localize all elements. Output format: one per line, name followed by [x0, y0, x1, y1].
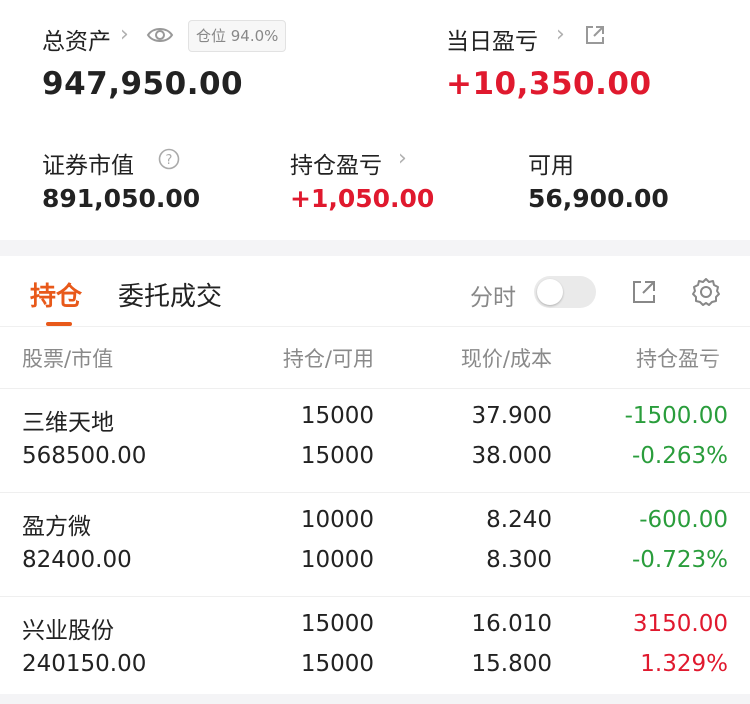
help-circle-icon[interactable]: ?: [158, 148, 180, 174]
stock-name: 三维天地: [22, 410, 114, 436]
col-header-pnl[interactable]: 持仓盈亏: [636, 343, 720, 373]
holding-qty: 10000: [300, 507, 374, 533]
available-qty: 15000: [300, 651, 374, 677]
position-pnl-pct: 1.329%: [640, 651, 728, 677]
total-assets-value: 947,950.00: [42, 66, 244, 102]
market-value-value: 891,050.00: [42, 184, 201, 213]
intraday-toggle[interactable]: [534, 276, 596, 308]
table-header: 股票/市值 持仓/可用 现价/成本 持仓盈亏: [0, 326, 750, 389]
tab-holdings[interactable]: 持仓: [30, 276, 82, 313]
table-row[interactable]: 兴业股份 240150.00 15000 15000 16.010 15.800…: [0, 596, 750, 701]
intraday-label: 分时: [470, 285, 516, 311]
daily-pnl-label[interactable]: 当日盈亏: [446, 22, 538, 56]
toggle-knob: [537, 279, 563, 305]
eye-icon[interactable]: [146, 24, 174, 50]
share-icon[interactable]: [630, 278, 658, 310]
col-header-price: 现价/成本: [460, 347, 552, 371]
table-row[interactable]: 盈方微 82400.00 10000 10000 8.240 8.300 -60…: [0, 492, 750, 597]
holding-qty: 15000: [300, 611, 374, 637]
available-label: 可用: [528, 153, 574, 179]
svg-text:?: ?: [166, 153, 173, 168]
position-pnl-value: +1,050.00: [290, 184, 435, 213]
position-ratio-badge: 仓位 94.0%: [188, 20, 287, 52]
position-pnl-label[interactable]: 持仓盈亏: [290, 146, 382, 180]
col-header-holding: 持仓/可用: [282, 347, 374, 371]
stock-name: 盈方微: [22, 514, 91, 540]
total-assets-label[interactable]: 总资产: [42, 22, 111, 56]
table-row[interactable]: 三维天地 568500.00 15000 15000 37.900 38.000…: [0, 388, 750, 493]
daily-pnl-value: +10,350.00: [446, 66, 652, 102]
position-pnl: -600.00: [639, 507, 728, 533]
tab-orders-trades[interactable]: 委托成交: [118, 276, 222, 313]
position-pnl: 3150.00: [632, 611, 728, 637]
available-value: 56,900.00: [528, 184, 669, 213]
stock-market-value: 568500.00: [22, 443, 147, 469]
holding-qty: 15000: [300, 403, 374, 429]
col-header-stock: 股票/市值: [22, 347, 114, 371]
cost-price: 38.000: [471, 443, 552, 469]
stock-market-value: 240150.00: [22, 651, 147, 677]
position-pnl-pct: -0.723%: [632, 547, 728, 573]
position-pnl-pct: -0.263%: [632, 443, 728, 469]
chevron-right-icon[interactable]: ›: [398, 146, 407, 171]
stock-name: 兴业股份: [22, 618, 114, 644]
available-qty: 15000: [300, 443, 374, 469]
current-price: 16.010: [471, 611, 552, 637]
cost-price: 15.800: [471, 651, 552, 677]
position-pnl: -1500.00: [624, 403, 728, 429]
cost-price: 8.300: [486, 547, 552, 573]
current-price: 8.240: [486, 507, 552, 533]
stock-market-value: 82400.00: [22, 547, 132, 573]
chevron-right-icon[interactable]: ›: [556, 22, 565, 47]
gear-icon[interactable]: [690, 276, 722, 312]
market-value-label: 证券市值: [42, 153, 134, 179]
external-link-icon[interactable]: [584, 24, 606, 50]
header-fade: [710, 327, 750, 389]
available-qty: 10000: [300, 547, 374, 573]
chevron-right-icon[interactable]: ›: [120, 22, 129, 47]
current-price: 37.900: [471, 403, 552, 429]
holdings-panel: 持仓 委托成交 分时 股票/市值 持仓/可用 现价/成本 持仓盈亏 三维天地 5…: [0, 256, 750, 694]
account-summary: 总资产 › 仓位 94.0% 947,950.00 当日盈亏 › +10,350…: [0, 0, 750, 240]
